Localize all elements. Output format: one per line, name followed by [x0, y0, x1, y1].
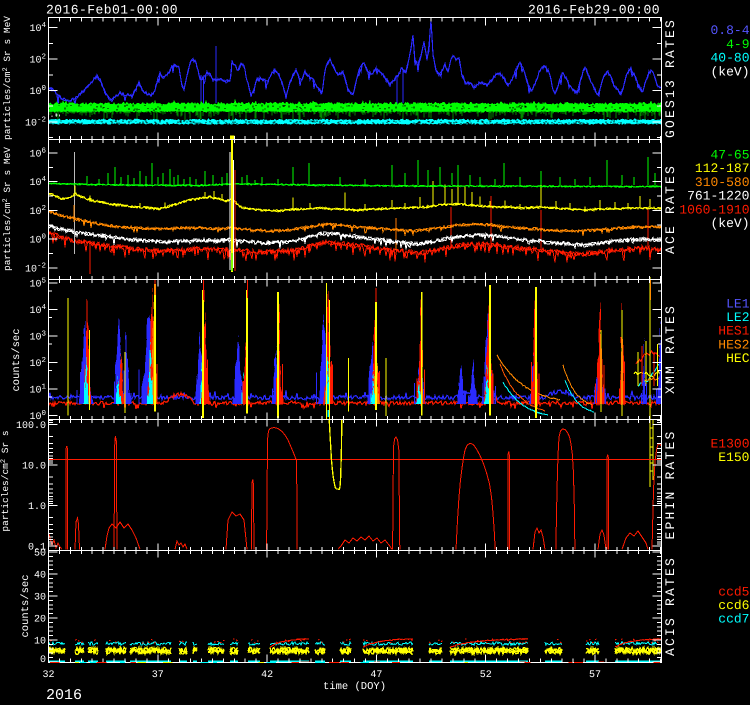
svg-text:GOES13 RATES: GOES13 RATES [663, 18, 678, 138]
svg-text:particles/cm2 Sr s MeV: particles/cm2 Sr s MeV [2, 147, 13, 271]
svg-text:40: 40 [34, 571, 46, 582]
svg-text:counts/sec: counts/sec [20, 574, 32, 637]
svg-text:1.0: 1.0 [28, 502, 46, 513]
svg-text:10: 10 [34, 637, 46, 648]
svg-text:EPHIN RATES: EPHIN RATES [663, 429, 678, 539]
svg-text:42: 42 [261, 670, 273, 681]
svg-text:(keV): (keV) [710, 64, 749, 79]
svg-text:52: 52 [480, 670, 492, 681]
svg-text:50: 50 [34, 549, 46, 560]
svg-text:time (DOY): time (DOY) [323, 681, 386, 693]
svg-text:ACIS RATES: ACIS RATES [663, 556, 678, 656]
svg-text:37: 37 [152, 670, 164, 681]
svg-text:32: 32 [42, 670, 54, 681]
svg-text:XMM RATES: XMM RATES [663, 304, 678, 394]
svg-text:E150: E150 [718, 450, 749, 465]
svg-text:particles/cm2 Sr s MeV: particles/cm2 Sr s MeV [2, 16, 13, 140]
svg-text:counts/sec: counts/sec [11, 328, 23, 391]
svg-text:0: 0 [40, 655, 46, 666]
svg-text:47: 47 [370, 670, 382, 681]
svg-text:57: 57 [589, 670, 601, 681]
svg-text:2016: 2016 [46, 687, 82, 700]
svg-text:10.0: 10.0 [22, 461, 46, 472]
svg-text:20: 20 [34, 615, 46, 626]
svg-text:2016-Feb01-00:00: 2016-Feb01-00:00 [46, 3, 178, 18]
svg-text:HEC: HEC [726, 351, 750, 366]
svg-text:(keV): (keV) [710, 216, 749, 231]
svg-text:ACE RATES: ACE RATES [663, 164, 678, 254]
svg-text:30: 30 [34, 593, 46, 604]
svg-text:ccd7: ccd7 [718, 612, 749, 627]
svg-text:particles/cm2 Sr s: particles/cm2 Sr s [0, 430, 11, 531]
svg-text:2016-Feb29-00:00: 2016-Feb29-00:00 [528, 3, 660, 18]
svg-text:100.0: 100.0 [16, 421, 46, 432]
